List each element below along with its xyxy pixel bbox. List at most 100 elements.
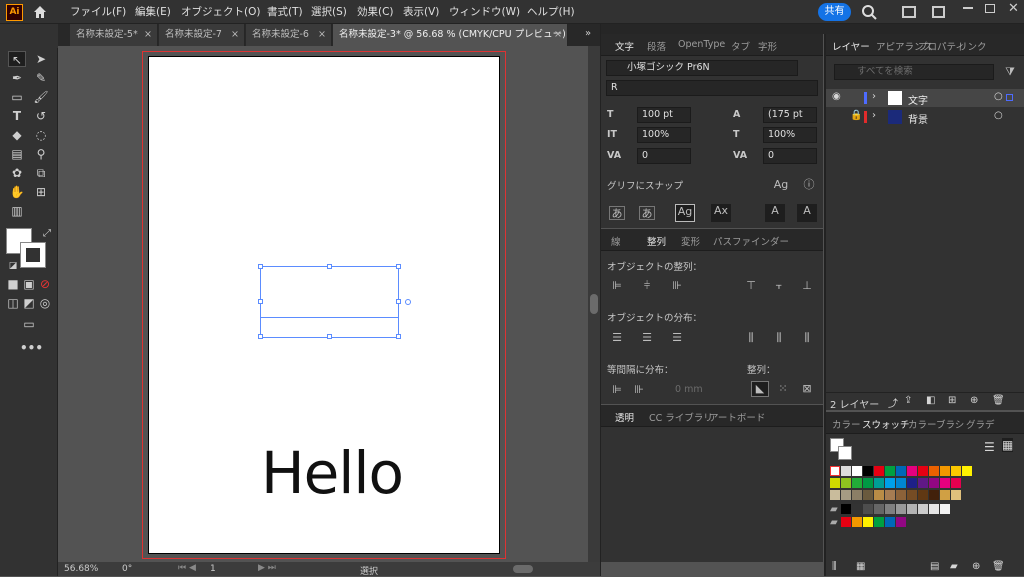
align-top-icon[interactable]: ⊤ — [743, 279, 759, 293]
hello-text[interactable]: Hello — [261, 439, 404, 507]
draw-inside-icon[interactable]: ◎ — [36, 295, 54, 311]
color-swatch[interactable] — [830, 478, 840, 488]
distribute-v-space-icon[interactable]: ⊫ — [609, 383, 625, 397]
distribute-top-icon[interactable]: ☰ — [609, 331, 625, 345]
page-nav-first-icon[interactable]: ⏮ ◀ — [178, 563, 196, 573]
color-swatch[interactable] — [863, 466, 873, 476]
color-swatch[interactable] — [852, 478, 862, 488]
zoom-level[interactable]: 56.68% — [64, 564, 98, 574]
symbol-sprayer-tool-icon[interactable]: ✿ — [8, 165, 26, 181]
close-icon[interactable]: × — [231, 24, 239, 46]
color-swatch[interactable] — [896, 478, 906, 488]
color-swatch[interactable] — [951, 490, 961, 500]
pen-tool-icon[interactable]: ✒ — [8, 70, 26, 86]
menu-file[interactable]: ファイル(F) — [70, 4, 126, 19]
tabs-overflow-icon[interactable]: » — [585, 28, 591, 39]
layer-row[interactable]: 🔒 › 背景 ○ — [826, 108, 1024, 126]
distribute-left-icon[interactable]: ⫼ — [743, 331, 759, 345]
expand-chevron-icon[interactable]: › — [872, 91, 876, 102]
swatch-folder-icon[interactable]: ▰ — [830, 517, 838, 528]
color-swatch[interactable] — [929, 478, 939, 488]
tab-tabs[interactable]: タブ — [731, 39, 750, 53]
color-swatch[interactable] — [940, 478, 950, 488]
status-mode[interactable]: 選択 — [360, 564, 378, 577]
distribute-bottom-icon[interactable]: ☰ — [669, 331, 685, 345]
align-left-icon[interactable]: ⊫ — [609, 279, 625, 293]
menu-effect[interactable]: 効果(C) — [357, 4, 394, 19]
color-swatch[interactable] — [885, 517, 895, 527]
tab-color[interactable]: カラー — [832, 417, 861, 431]
share-button[interactable]: 共有 — [818, 3, 851, 21]
color-swatch[interactable] — [874, 490, 884, 500]
layers-search-input[interactable]: すべてを検索 — [834, 64, 994, 80]
color-swatch[interactable] — [885, 466, 895, 476]
color-swatch[interactable] — [896, 504, 906, 514]
color-swatch[interactable] — [918, 466, 928, 476]
tab-pathfinder[interactable]: パスファインダー — [713, 234, 789, 248]
color-swatch[interactable] — [841, 478, 851, 488]
hand-tool-icon[interactable]: ✋ — [8, 184, 26, 200]
filter-icon[interactable]: ⧩ — [1002, 65, 1018, 79]
tab-opentype[interactable]: OpenType — [678, 39, 725, 50]
tab-doc-3-active[interactable]: 名称未設定-3* @ 56.68 % (CMYK/CPU プレビュー) × — [333, 24, 568, 46]
horizontal-scale-field[interactable]: 100% — [763, 127, 817, 143]
color-swatch[interactable] — [852, 466, 862, 476]
color-swatch[interactable] — [852, 504, 862, 514]
close-icon[interactable]: × — [318, 24, 326, 46]
color-swatch[interactable] — [962, 466, 972, 476]
color-swatch[interactable] — [841, 517, 851, 527]
color-swatch[interactable] — [874, 517, 884, 527]
distribute-right-icon[interactable]: ⫼ — [799, 331, 815, 345]
screen-mode-icon[interactable]: ▭ — [20, 316, 38, 332]
restore-icon[interactable] — [985, 4, 995, 13]
export-icon[interactable]: ⇪ — [904, 395, 912, 406]
snap-x-height-icon[interactable]: Ax — [711, 204, 731, 222]
close-icon[interactable]: ✕ — [1008, 1, 1019, 16]
color-swatch[interactable] — [907, 478, 917, 488]
panel-divider[interactable] — [600, 24, 601, 576]
target-icon[interactable]: ○ — [994, 91, 1003, 102]
layer-name[interactable]: 背景 — [908, 111, 928, 126]
color-swatch[interactable] — [863, 517, 873, 527]
layer-row[interactable]: ◉ › 文字 ○ — [826, 89, 1024, 107]
tracking-field[interactable]: 0 — [763, 148, 817, 164]
search-icon[interactable] — [861, 4, 877, 20]
align-bottom-icon[interactable]: ⊥ — [799, 279, 815, 293]
swatch-options-icon[interactable]: ▤ — [930, 561, 939, 572]
color-swatch[interactable] — [907, 490, 917, 500]
workspace-icon[interactable] — [902, 6, 916, 18]
color-swatch[interactable] — [874, 466, 884, 476]
color-swatch[interactable] — [918, 490, 928, 500]
artboard-tool-icon[interactable]: ⊞ — [32, 184, 50, 200]
close-icon[interactable]: × — [554, 24, 562, 46]
arrange-documents-icon[interactable] — [932, 6, 945, 18]
snap-angular-guides-icon[interactable]: A — [765, 204, 785, 222]
color-swatch[interactable] — [918, 504, 928, 514]
color-swatch[interactable] — [852, 490, 862, 500]
graph-tool-icon[interactable]: ▥ — [8, 203, 26, 219]
swatch-registration[interactable] — [841, 466, 851, 476]
minimize-icon[interactable] — [963, 7, 973, 9]
tab-stroke[interactable]: 線 — [611, 234, 621, 248]
distribute-h-center-icon[interactable]: ⫼ — [771, 331, 787, 345]
color-swatch[interactable] — [896, 517, 906, 527]
font-family-field[interactable]: 小塚ゴシック Pr6N — [606, 60, 798, 76]
info-icon[interactable]: ⓘ — [801, 178, 817, 192]
menu-type[interactable]: 書式(T) — [267, 4, 303, 19]
thumbnail-view-icon[interactable]: ▦ — [1002, 438, 1014, 452]
tab-align[interactable]: 整列 — [647, 234, 666, 248]
vertical-scale-field[interactable]: 100% — [637, 127, 691, 143]
tab-brushes[interactable]: ブラシ — [936, 417, 964, 431]
spacing-value[interactable]: 0 mm — [675, 384, 703, 395]
color-swatch[interactable] — [863, 478, 873, 488]
color-swatch[interactable] — [863, 504, 873, 514]
align-h-center-icon[interactable]: ⫩ — [639, 279, 655, 293]
color-swatch[interactable] — [929, 504, 939, 514]
snap-em-box-icon[interactable]: あ — [639, 206, 655, 220]
vertical-scrollbar[interactable] — [588, 46, 600, 562]
color-swatch[interactable] — [874, 504, 884, 514]
delete-icon[interactable]: 🗑 — [992, 395, 1005, 406]
align-v-center-icon[interactable]: ⫟ — [771, 279, 787, 293]
clipping-mask-icon[interactable]: ◧ — [926, 395, 935, 406]
tab-character[interactable]: 文字 — [615, 39, 634, 53]
